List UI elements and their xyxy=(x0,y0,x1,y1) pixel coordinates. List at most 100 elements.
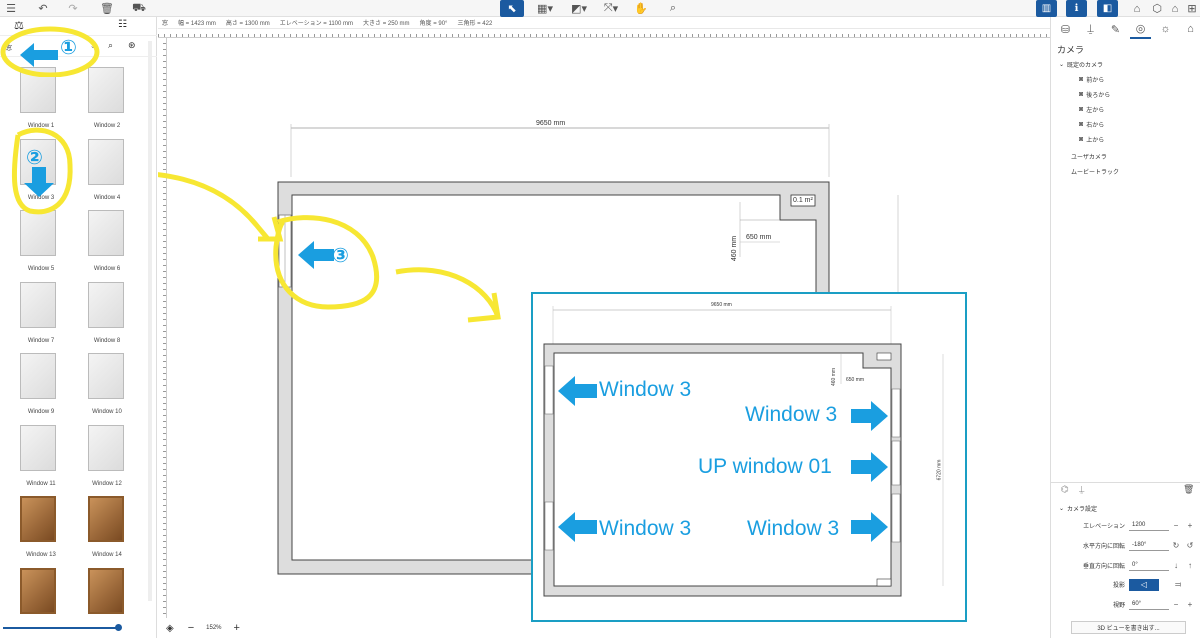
catalog-item-label: Window 2 xyxy=(93,123,121,129)
inset-dimension-650-label: 650 mm xyxy=(846,377,865,383)
window-thumbnail xyxy=(84,423,128,477)
perspective-projection-button[interactable]: ◁ xyxy=(1129,578,1159,591)
house-3d-icon[interactable]: ⌂ xyxy=(1168,0,1182,17)
properties-tabs: ⛁ ⍊ ✎ ◎ ☼ ⌂ xyxy=(1051,17,1200,41)
library-icon[interactable]: ▥ xyxy=(1036,0,1057,17)
home-icon[interactable]: ⌂ xyxy=(1130,0,1144,17)
inset-label-up-window-01: UP window 01 xyxy=(698,455,832,478)
pencil-tab-icon[interactable]: ✎ xyxy=(1105,19,1126,39)
catalog-item[interactable]: Window 11 xyxy=(12,423,72,491)
catalog-item[interactable]: Window 6 xyxy=(78,208,138,276)
plan-canvas[interactable]: 窓 幅 = 1423 mm 高さ = 1300 mm エレベーション = 110… xyxy=(158,17,1050,638)
camera-label: 上から xyxy=(1086,138,1105,144)
camera-item[interactable]: ◙ 右から xyxy=(1079,120,1104,129)
increment-button[interactable]: + xyxy=(1183,600,1197,609)
movie-track-node[interactable]: ムービートラック xyxy=(1071,167,1119,176)
camera-label: 右から xyxy=(1086,123,1105,129)
window-frame xyxy=(20,353,56,399)
camera-item[interactable]: ◙ 上から xyxy=(1079,135,1104,144)
plan-view-icon[interactable]: ◧ xyxy=(1097,0,1118,17)
dimension-icon[interactable]: ⤧ ▾ xyxy=(600,0,622,17)
increment-button[interactable]: + xyxy=(1183,521,1197,530)
window-thumbnail xyxy=(84,208,128,262)
parallel-projection-button[interactable]: ⫤ xyxy=(1163,578,1193,591)
catalog-scrollbar[interactable] xyxy=(148,41,152,601)
catalog-item-label: Window 5 xyxy=(27,266,55,272)
camera-settings-header[interactable]: ⌄ カメラ設定 xyxy=(1059,504,1097,513)
trash-icon[interactable]: 🗑 xyxy=(1183,484,1194,495)
properties-panel: ⛁ ⍊ ✎ ◎ ☼ ⌂ カメラ ⌄ 既定のカメラ ◙ 前から ◙ 後ろから ◙ 左から ◙ 右か… xyxy=(1050,17,1200,638)
menu-icon[interactable]: ☰ xyxy=(4,0,18,17)
inset-label-window-3-bottom-right: Window 3 xyxy=(747,517,840,540)
decrement-button[interactable]: − xyxy=(1169,521,1183,530)
catalog-item[interactable]: Window 14 xyxy=(78,494,138,562)
export-3d-view-button[interactable]: 3D ビューを書き出す... xyxy=(1071,621,1186,634)
create-walls-icon[interactable]: ▦ ▾ xyxy=(534,0,556,17)
create-rooms-icon[interactable]: ◩ ▾ xyxy=(568,0,590,17)
pan-hand-icon[interactable]: ✋ xyxy=(634,0,648,17)
horizontal-rotation-input[interactable]: -180° xyxy=(1129,540,1169,551)
zoom-in-button[interactable]: + xyxy=(234,622,240,634)
cart-icon[interactable]: ⛟ xyxy=(132,0,146,17)
panel-title: カメラ xyxy=(1057,45,1085,55)
furniture-tab-icon[interactable]: ⛁ xyxy=(1055,19,1076,39)
camera-icon: ◙ xyxy=(1079,121,1084,128)
search-icon[interactable]: ⌕ xyxy=(666,0,680,17)
camera-add-icon[interactable]: ⌬ xyxy=(1061,484,1069,495)
catalog-item[interactable]: Window 13 xyxy=(12,494,72,562)
delete-icon[interactable]: 🗑 xyxy=(100,0,114,17)
catalog-item[interactable]: Window 9 xyxy=(12,351,72,419)
camera-item[interactable]: ◙ 左から xyxy=(1079,105,1104,114)
camera-item[interactable]: ◙ 後ろから xyxy=(1079,90,1110,99)
app-window: ☰ ↶ ↷ 🗑 ⛟ ⬉ ▦ ▾ ◩ ▾ ⤧ ▾ ✋ ⌕ ▥ ℹ ◧ ⌂ ⬡ ⌂ ⊞ ⚖… xyxy=(0,0,1200,638)
zoom-out-button[interactable]: − xyxy=(188,622,194,634)
camera-stamp-icon[interactable]: ⍊ xyxy=(1079,484,1084,495)
window-frame xyxy=(20,281,56,328)
building-tab-icon[interactable]: ⌂ xyxy=(1180,19,1200,39)
window-frame xyxy=(20,424,56,471)
rotate-cw-icon[interactable]: ↻ xyxy=(1169,541,1183,550)
catalog-item-label: Window 10 xyxy=(92,409,122,415)
zoom-bar: ◈ − 152% + xyxy=(158,618,1050,638)
catalog-item[interactable]: Window 8 xyxy=(78,280,138,348)
redo-icon[interactable]: ↷ xyxy=(66,0,80,17)
rotate-ccw-icon[interactable]: ↺ xyxy=(1183,541,1197,550)
light-tab-icon[interactable]: ☼ xyxy=(1155,19,1176,39)
catalog-item[interactable]: Window 4 xyxy=(78,137,138,205)
elevation-row: エレベーション 1200 − + xyxy=(1051,518,1200,533)
decrement-button[interactable]: − xyxy=(1169,600,1183,609)
catalog-item-label: Window 13 xyxy=(26,552,56,558)
annotation-number-3: ③ xyxy=(332,245,349,267)
camera-item[interactable]: ◙ 前から xyxy=(1079,75,1104,84)
user-camera-node[interactable]: ユーザカメラ xyxy=(1071,152,1107,161)
catalog-item[interactable]: Window 10 xyxy=(78,351,138,419)
fov-input[interactable]: 60° xyxy=(1129,599,1169,610)
thumbnail-size-slider[interactable] xyxy=(3,627,118,629)
select-mode-icon[interactable]: ⬉ xyxy=(500,0,524,17)
list-view-icon[interactable]: ☷ xyxy=(118,19,127,30)
info-icon[interactable]: ℹ xyxy=(1066,0,1087,17)
undo-icon[interactable]: ↶ xyxy=(36,0,50,17)
annotation-circle-2 xyxy=(11,127,73,215)
window-frame xyxy=(88,138,124,185)
catalog-item[interactable] xyxy=(12,566,72,634)
tilt-up-icon[interactable]: ↑ xyxy=(1183,561,1197,570)
aerial-view-icon[interactable]: ⊞ xyxy=(1185,0,1199,17)
tilt-down-icon[interactable]: ↓ xyxy=(1169,561,1183,570)
catalog-filter-icon[interactable]: ⊛ xyxy=(128,40,136,51)
slider-handle[interactable] xyxy=(115,624,122,631)
default-cameras-node[interactable]: ⌄ 既定のカメラ xyxy=(1059,60,1103,69)
catalog-search-icon[interactable]: ⌕ xyxy=(108,40,113,51)
camera-tab-icon[interactable]: ◎ xyxy=(1130,19,1151,39)
inset-width-dimension-label: 9650 mm xyxy=(711,302,732,308)
catalog-item-label: Window 12 xyxy=(92,480,122,487)
tree-label: ムービートラック xyxy=(1071,170,1120,176)
view-3d-icon[interactable]: ⬡ xyxy=(1150,0,1164,17)
catalog-item[interactable]: Window 7 xyxy=(12,280,72,348)
stamp-tab-icon[interactable]: ⍊ xyxy=(1080,19,1101,39)
catalog-item[interactable]: Window 12 xyxy=(78,423,138,491)
layers-icon[interactable]: ◈ xyxy=(166,623,174,634)
vertical-rotation-input[interactable]: 0° xyxy=(1129,560,1169,571)
elevation-input[interactable]: 1200 xyxy=(1129,520,1169,531)
catalog-item[interactable] xyxy=(78,566,138,634)
